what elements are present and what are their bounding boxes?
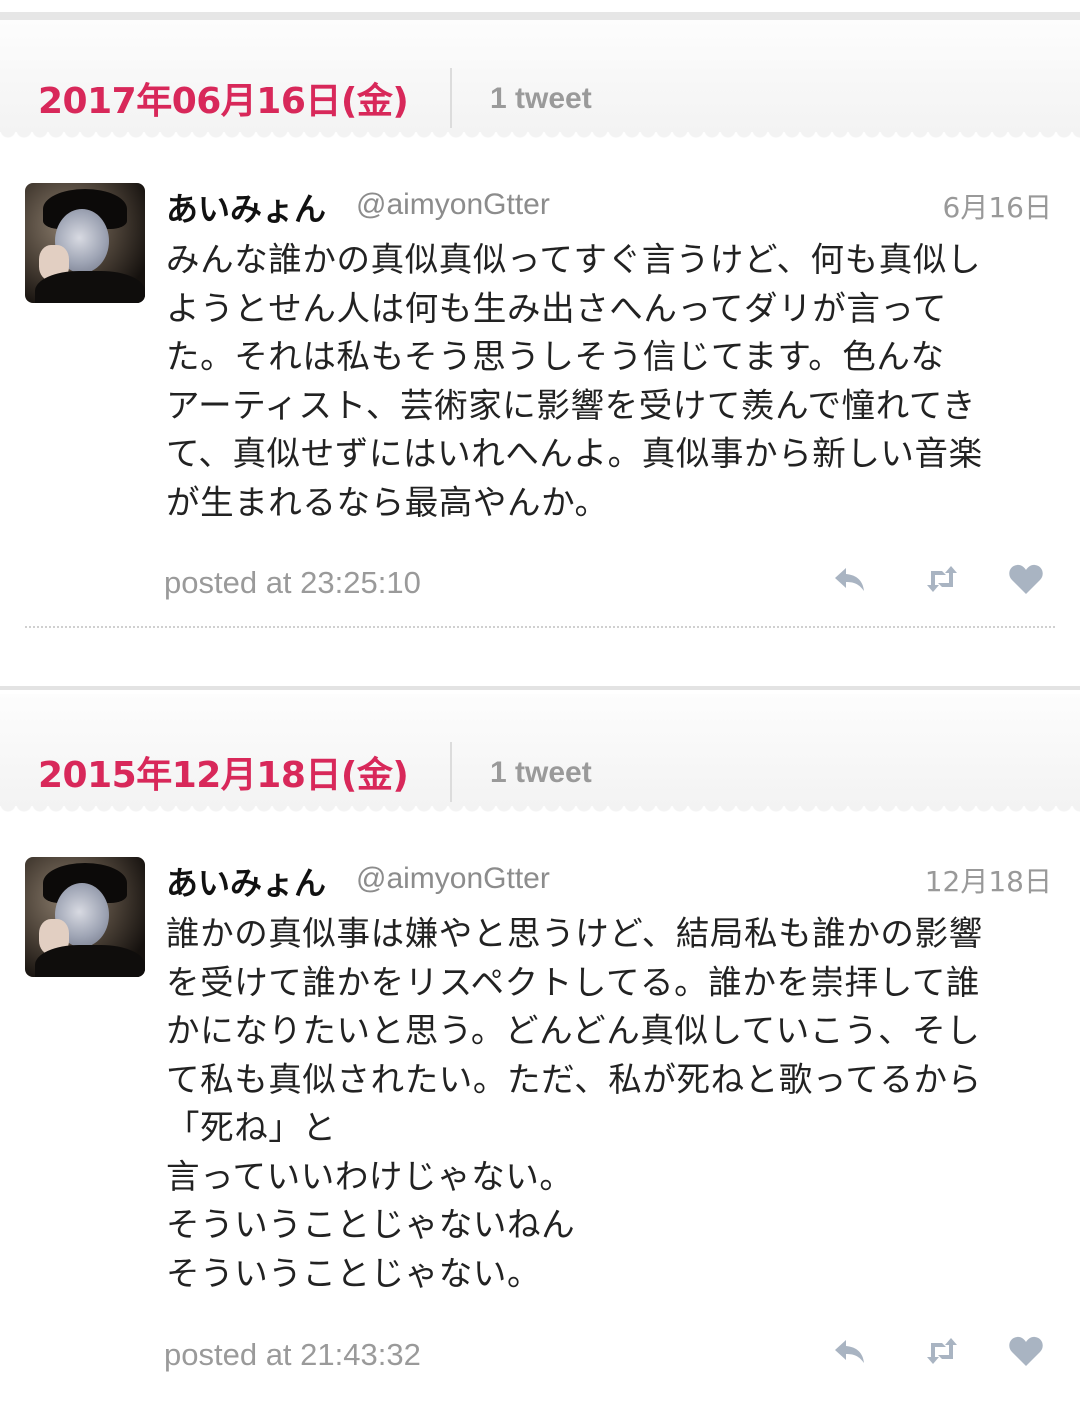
reply-icon[interactable] — [830, 559, 870, 599]
header-divider — [450, 68, 452, 128]
heart-icon[interactable] — [1006, 559, 1046, 599]
tweet-date[interactable]: 6月16日 — [943, 186, 1052, 226]
date-header: 2015年12月18日(金) 1 tweet — [0, 694, 1080, 816]
user-handle[interactable]: @aimyonGtter — [356, 862, 550, 896]
scalloped-edge — [0, 804, 1080, 816]
avatar[interactable] — [25, 183, 145, 303]
day-section: 2015年12月18日(金) 1 tweet あいみょん @aimyonGtte… — [0, 694, 1080, 1372]
date-title: 2015年12月18日(金) — [38, 755, 409, 796]
header-divider — [450, 742, 452, 802]
day-section: 2017年06月16日(金) 1 tweet あいみょん @aimyonGtte… — [0, 20, 1080, 628]
tweet-count[interactable]: 1 tweet — [490, 82, 592, 116]
tweet-date[interactable]: 12月18日 — [925, 860, 1052, 900]
display-name[interactable]: あいみょん — [166, 184, 326, 230]
posted-time[interactable]: posted at 21:43:32 — [164, 1337, 421, 1373]
date-title: 2017年06月16日(金) — [38, 81, 409, 122]
tweet-divider — [25, 626, 1055, 628]
top-divider — [0, 12, 1080, 20]
retweet-icon[interactable] — [922, 1331, 962, 1371]
avatar[interactable] — [25, 857, 145, 977]
date-header: 2017年06月16日(金) 1 tweet — [0, 20, 1080, 142]
display-name[interactable]: あいみょん — [166, 858, 326, 904]
tweet-text: みんな誰かの真似真似ってすぐ言うけど、何も真似し ようとせん人は何も生み出さへん… — [166, 240, 983, 522]
tweet-text: 誰かの真似事は嫌やと思うけど、結局私も誰かの影響 を受けて誰かをリスペクトしてる… — [166, 914, 983, 1293]
scalloped-edge — [0, 130, 1080, 142]
posted-time[interactable]: posted at 23:25:10 — [164, 565, 421, 601]
user-handle[interactable]: @aimyonGtter — [356, 188, 550, 222]
heart-icon[interactable] — [1006, 1331, 1046, 1371]
reply-icon[interactable] — [830, 1331, 870, 1371]
section-separator — [0, 686, 1080, 690]
retweet-icon[interactable] — [922, 559, 962, 599]
tweet-count[interactable]: 1 tweet — [490, 756, 592, 790]
